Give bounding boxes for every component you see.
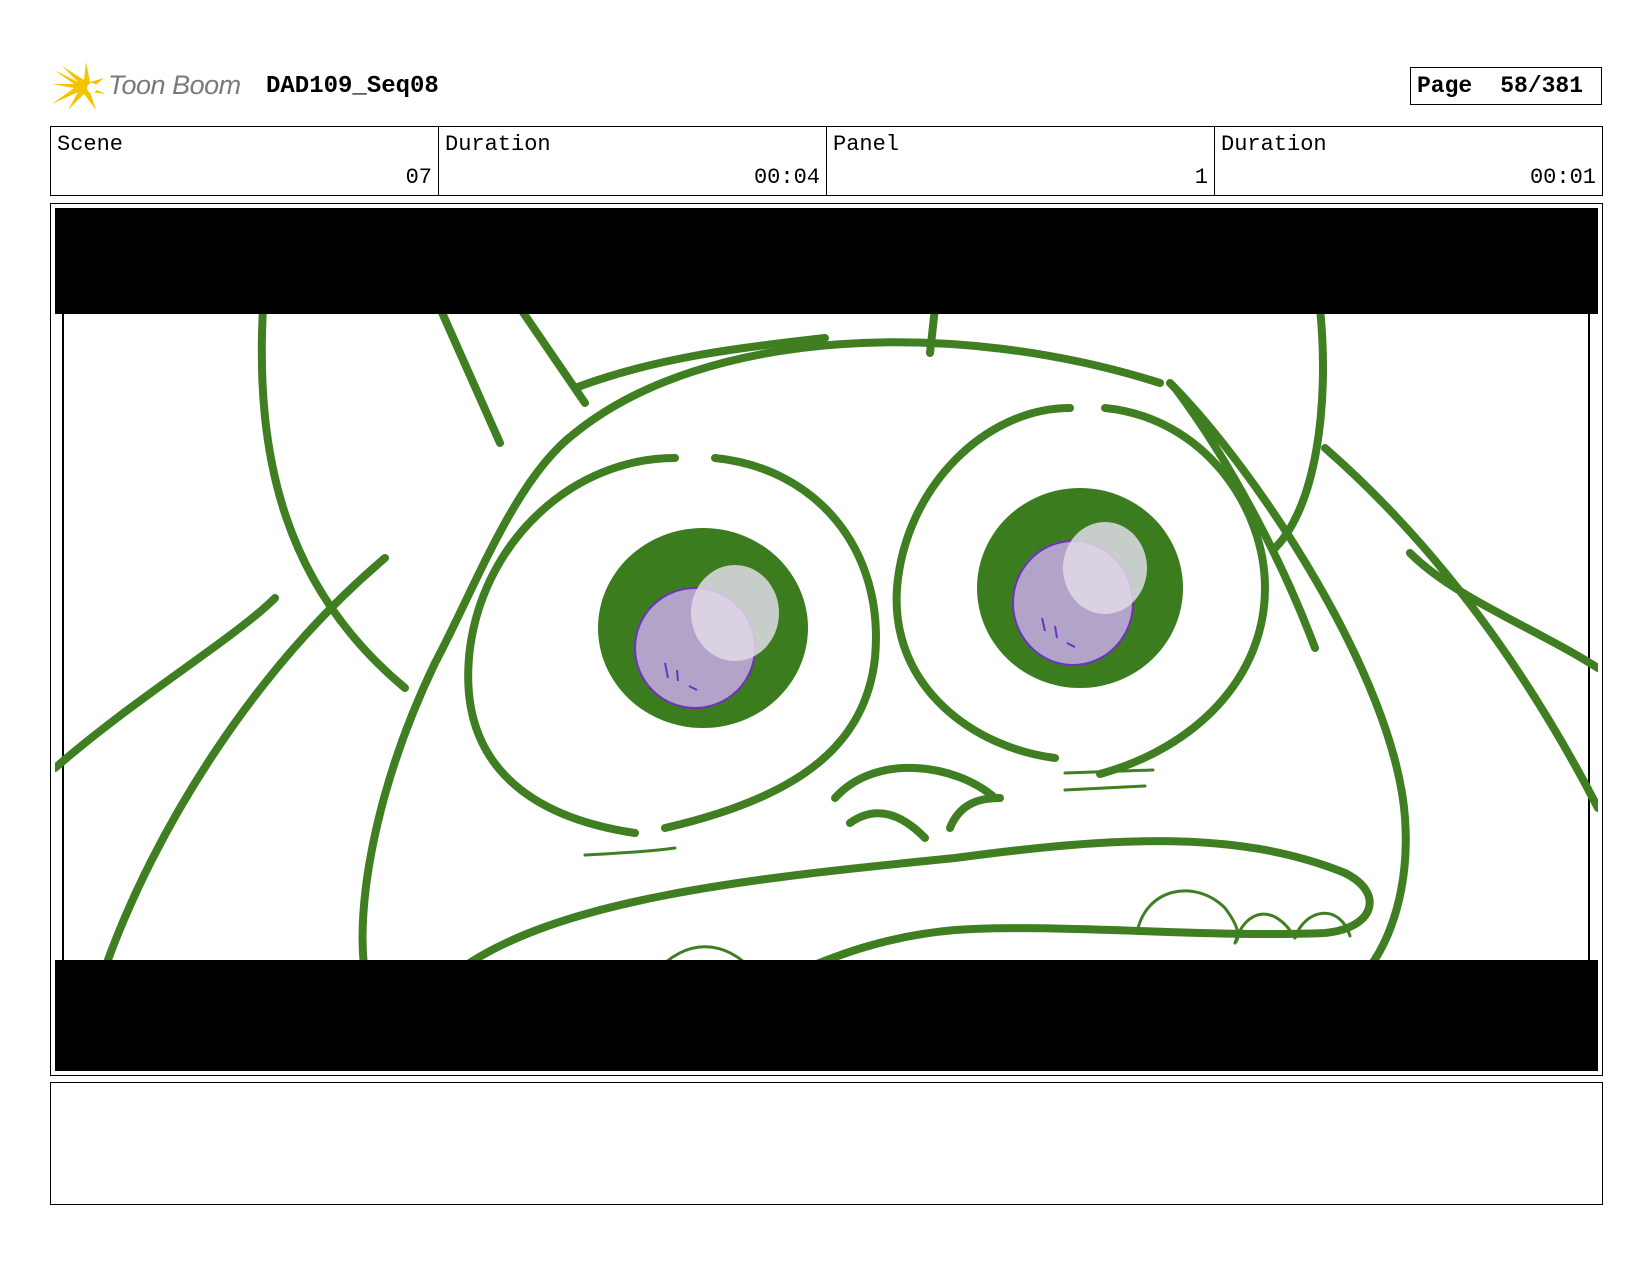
page-indicator: Page 58/381 xyxy=(1410,67,1602,105)
scene-duration-cell: Duration 00:04 xyxy=(439,127,827,195)
page-label: Page xyxy=(1417,73,1473,99)
storyboard-panel xyxy=(50,203,1603,1076)
panel-duration-label: Duration xyxy=(1221,132,1327,157)
panel-duration-cell: Duration 00:01 xyxy=(1215,127,1602,195)
logo-text: Toon Boom xyxy=(108,70,241,100)
scene-value: 07 xyxy=(405,165,432,190)
sequence-title: DAD109_Seq08 xyxy=(266,73,439,100)
scene-duration-label: Duration xyxy=(445,132,551,157)
panel-value: 1 xyxy=(1194,165,1208,190)
panel-duration-value: 00:01 xyxy=(1529,165,1596,190)
panel-label: Panel xyxy=(833,132,900,157)
character-sketch xyxy=(55,208,1598,1071)
scene-label: Scene xyxy=(57,132,124,157)
panel-cell: Panel 1 xyxy=(827,127,1215,195)
starburst-icon xyxy=(52,62,106,110)
panel-artwork xyxy=(55,208,1598,1071)
scene-duration-value: 00:04 xyxy=(753,165,820,190)
panel-info-row: Scene 07 Duration 00:04 Panel 1 Duration… xyxy=(50,126,1603,196)
toon-boom-logo: Toon Boom xyxy=(52,60,252,114)
page-number: 58/381 xyxy=(1500,73,1584,99)
scene-cell: Scene 07 xyxy=(51,127,439,195)
panel-notes-box xyxy=(50,1082,1603,1205)
